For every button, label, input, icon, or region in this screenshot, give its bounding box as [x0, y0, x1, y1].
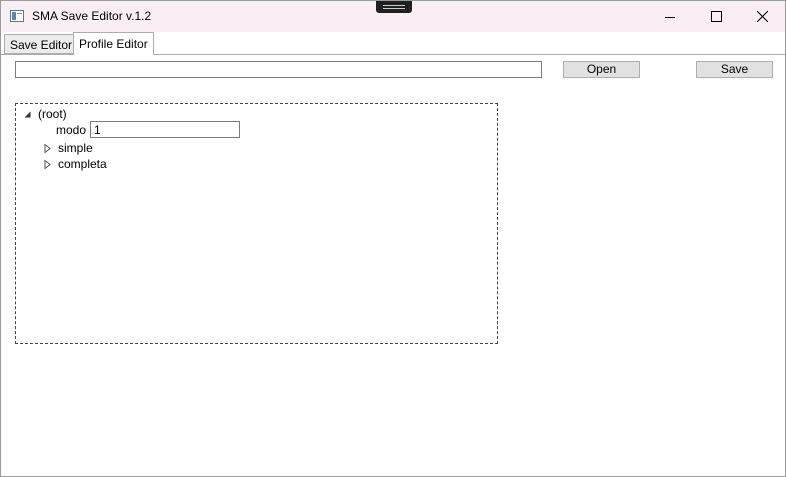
tree-node-label: completa	[58, 157, 107, 171]
tab-save-editor[interactable]: Save Editor	[4, 34, 79, 54]
app-window: SMA Save Editor v.1.2 Save Editor Profil…	[0, 0, 786, 477]
window-title: SMA Save Editor v.1.2	[32, 9, 152, 23]
tab-profile-editor[interactable]: Profile Editor	[73, 32, 154, 55]
minimize-button[interactable]	[647, 1, 693, 32]
maximize-button[interactable]	[693, 1, 739, 32]
tab-strip: Save Editor Profile Editor	[1, 32, 785, 55]
app-icon	[10, 10, 24, 22]
minimize-icon	[665, 12, 675, 22]
expand-triangle-icon[interactable]	[42, 143, 52, 153]
tree-node-modo: modo	[56, 121, 241, 138]
profile-tree-view[interactable]: (root) modo simple completa	[15, 103, 498, 344]
modo-input[interactable]	[90, 121, 241, 138]
tree-node-label: simple	[58, 141, 93, 155]
title-bar[interactable]: SMA Save Editor v.1.2	[1, 1, 785, 32]
close-button[interactable]	[739, 1, 785, 32]
modo-label: modo	[56, 122, 87, 137]
maximize-icon	[710, 11, 722, 22]
expand-triangle-icon[interactable]	[42, 159, 52, 169]
snap-layout-handle[interactable]	[376, 1, 412, 13]
tree-node-simple[interactable]: simple	[42, 141, 93, 155]
file-path-input[interactable]	[15, 61, 542, 78]
close-icon	[756, 11, 768, 22]
open-button[interactable]: Open	[563, 61, 640, 78]
tree-node-completa[interactable]: completa	[42, 157, 107, 171]
collapse-triangle-icon[interactable]	[22, 109, 32, 119]
save-button[interactable]: Save	[696, 61, 773, 78]
tree-node-root[interactable]: (root)	[22, 107, 67, 121]
tree-node-label: (root)	[38, 107, 67, 121]
